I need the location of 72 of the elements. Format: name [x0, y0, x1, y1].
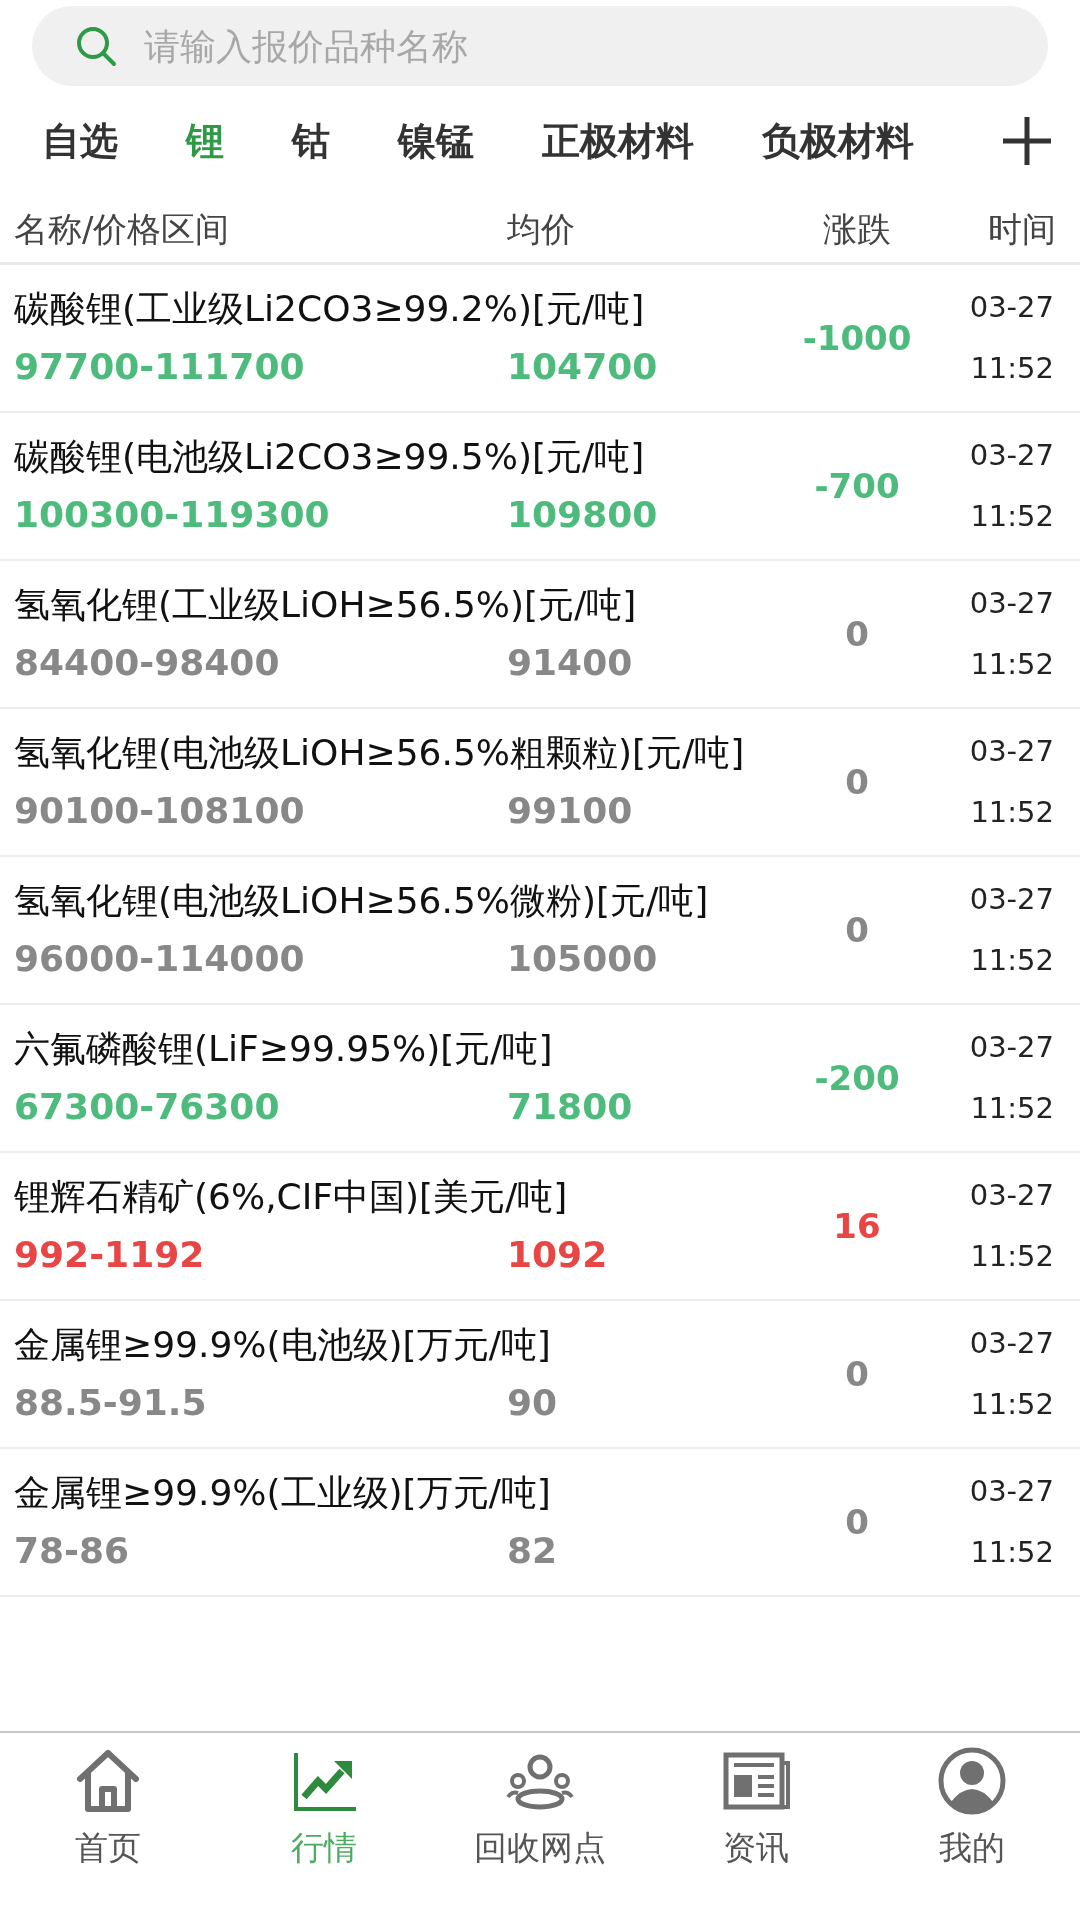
update-date: 03-27: [969, 436, 1054, 474]
category-tab[interactable]: 镍锰: [398, 112, 474, 170]
product-name: 氢氧化锂(电池级LiOH≥56.5%微粉)[元/吨]: [14, 879, 710, 923]
price-range: 78-86: [14, 1529, 131, 1573]
average-price: 82: [507, 1529, 558, 1573]
product-name: 碳酸锂(电池级Li2CO3≥99.5%)[元/吨]: [14, 435, 646, 479]
product-name: 金属锂≥99.9%(工业级)[万元/吨]: [14, 1471, 552, 1515]
price-change: 0: [845, 1500, 869, 1544]
nav-tab[interactable]: 首页: [0, 1733, 216, 1920]
price-change: 0: [845, 908, 869, 952]
update-time: 11:52: [970, 942, 1054, 979]
update-time: 11:52: [970, 350, 1054, 387]
update-time: 11:52: [970, 1238, 1054, 1275]
price-range: 67300-76300: [14, 1085, 281, 1129]
product-name: 碳酸锂(工业级Li2CO3≥99.2%)[元/吨]: [14, 287, 646, 331]
price-change: -200: [814, 1056, 900, 1100]
column-header: 名称/价格区间: [14, 207, 231, 251]
column-header: 时间: [987, 207, 1057, 251]
update-date: 03-27: [969, 1028, 1054, 1066]
update-date: 03-27: [969, 584, 1054, 622]
update-date: 03-27: [969, 1176, 1054, 1214]
update-date: 03-27: [969, 880, 1054, 918]
update-time: 11:52: [970, 1534, 1054, 1571]
price-change: 0: [845, 1352, 869, 1396]
price-range: 88.5-91.5: [14, 1381, 208, 1425]
price-range: 100300-119300: [14, 493, 331, 537]
average-price: 104700: [507, 345, 658, 389]
column-header: 均价: [507, 207, 576, 251]
product-name: 氢氧化锂(电池级LiOH≥56.5%粗颗粒)[元/吨]: [14, 731, 746, 775]
average-price: 71800: [507, 1085, 633, 1129]
average-price: 109800: [507, 493, 658, 537]
price-range: 97700-111700: [14, 345, 306, 389]
price-change: 0: [845, 612, 869, 656]
nav-tab[interactable]: 资讯: [648, 1733, 864, 1920]
product-name: 六氟磷酸锂(LiF≥99.95%)[元/吨]: [14, 1027, 554, 1071]
product-name: 金属锂≥99.9%(电池级)[万元/吨]: [14, 1323, 552, 1367]
product-name: 氢氧化锂(工业级LiOH≥56.5%)[元/吨]: [14, 583, 638, 627]
column-header: 涨跌: [822, 207, 892, 251]
average-price: 105000: [507, 937, 658, 981]
search-icon: [74, 24, 118, 68]
category-tab[interactable]: 锂: [186, 112, 224, 170]
update-date: 03-27: [969, 1472, 1054, 1510]
price-range: 84400-98400: [14, 641, 281, 685]
add-icon[interactable]: [1000, 114, 1054, 168]
average-price: 91400: [507, 641, 633, 685]
price-change: 16: [833, 1204, 881, 1248]
category-tab[interactable]: 负极材料: [762, 112, 914, 170]
search-field[interactable]: 请输入报价品种名称: [32, 6, 1048, 86]
update-time: 11:52: [970, 1386, 1054, 1423]
average-price: 1092: [507, 1233, 608, 1277]
update-date: 03-27: [969, 1324, 1054, 1362]
price-range: 96000-114000: [14, 937, 306, 981]
product-name: 锂辉石精矿(6%,CIF中国)[美元/吨]: [14, 1175, 569, 1219]
category-tab[interactable]: 自选: [42, 112, 118, 170]
price-range: 90100-108100: [14, 789, 306, 833]
update-time: 11:52: [970, 498, 1054, 535]
category-tab[interactable]: 正极材料: [542, 112, 694, 170]
user-icon: [936, 1745, 1008, 1817]
category-tab[interactable]: 钴: [292, 112, 330, 170]
update-time: 11:52: [970, 1090, 1054, 1127]
price-change: 0: [845, 760, 869, 804]
average-price: 90: [507, 1381, 558, 1425]
update-date: 03-27: [969, 288, 1054, 326]
price-range: 992-1192: [14, 1233, 206, 1277]
update-time: 11:52: [970, 646, 1054, 683]
average-price: 99100: [507, 789, 633, 833]
nav-tab[interactable]: 我的: [864, 1733, 1080, 1920]
nav-tab[interactable]: 回收网点: [432, 1733, 648, 1920]
price-change: -1000: [802, 316, 912, 360]
update-date: 03-27: [969, 732, 1054, 770]
price-change: -700: [814, 464, 900, 508]
update-time: 11:52: [970, 794, 1054, 831]
